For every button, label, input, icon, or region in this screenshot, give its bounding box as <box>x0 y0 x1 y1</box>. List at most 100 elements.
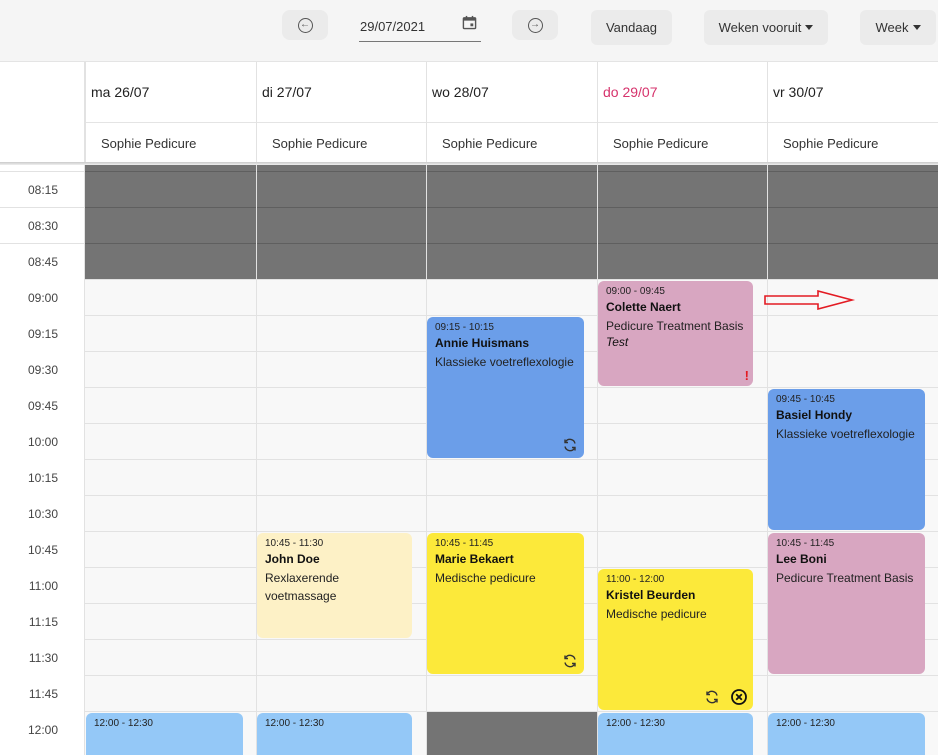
appointment-time: 10:45 - 11:45 <box>435 538 494 549</box>
divider <box>0 171 85 172</box>
appointment-client: John Doe <box>265 552 320 566</box>
divider <box>0 711 938 712</box>
day-header-mon[interactable]: ma 26/07 Sophie Pedicure <box>85 62 256 163</box>
warning-icon: ! <box>744 368 749 383</box>
appointment[interactable]: 11:00 - 12:00 Kristel Beurden Medische p… <box>598 569 753 710</box>
appointment-note: Test <box>606 335 629 349</box>
weeks-ahead-dropdown[interactable]: Weken vooruit <box>704 10 828 45</box>
time-label: 10:15 <box>27 471 58 485</box>
appointment[interactable]: 10:45 - 11:45 Lee Boni Pedicure Treatmen… <box>768 533 925 674</box>
day-label: di 27/07 <box>262 84 312 100</box>
time-label: 11:00 <box>28 579 58 593</box>
closed-time-block <box>85 165 938 279</box>
cancel-circle-icon[interactable] <box>731 689 747 705</box>
appointment-client: Annie Huismans <box>435 336 530 350</box>
time-label: 11:15 <box>28 615 58 629</box>
view-label: Week <box>875 20 909 35</box>
arrow-right-circle-icon: → <box>527 17 543 33</box>
day-label: wo 28/07 <box>432 84 489 100</box>
divider <box>0 315 938 316</box>
weeks-ahead-label: Weken vooruit <box>718 20 802 35</box>
closed-time-block <box>427 711 597 755</box>
day-header-fri[interactable]: vr 30/07 Sophie Pedicure <box>767 62 938 163</box>
date-input[interactable]: 29/07/2021 <box>359 12 481 42</box>
appointment-service: Klassieke voetreflexologie <box>435 355 574 369</box>
time-label: 09:00 <box>27 291 58 305</box>
appointment-time: 10:45 - 11:45 <box>776 538 835 549</box>
date-value: 29/07/2021 <box>360 19 426 34</box>
divider <box>0 531 938 532</box>
appointment-time: 12:00 - 12:30 <box>776 718 835 729</box>
day-header-wed[interactable]: wo 28/07 Sophie Pedicure <box>426 62 597 163</box>
appointment-client: Basiel Hondy <box>776 408 853 422</box>
annotation-arrow-icon <box>764 290 856 310</box>
appointment-service: Medische pedicure <box>606 607 707 621</box>
time-label: 10:45 <box>27 543 58 557</box>
resource-label: Sophie Pedicure <box>598 122 767 163</box>
appointment[interactable]: 10:45 - 11:45 Marie Bekaert Medische ped… <box>427 533 584 674</box>
appointment-time: 09:45 - 10:45 <box>776 394 835 405</box>
time-label: 08:45 <box>27 255 58 269</box>
appointment-service: Pedicure Treatment Basis <box>776 571 914 585</box>
appointment-service: Klassieke voetreflexologie <box>776 427 915 441</box>
appointment-time: 12:00 - 12:30 <box>94 718 153 729</box>
appointment[interactable]: 09:15 - 10:15 Annie Huismans Klassieke v… <box>427 317 584 458</box>
appointment-time: 12:00 - 12:30 <box>265 718 324 729</box>
view-dropdown[interactable]: Week <box>860 10 936 45</box>
appointment-service: Rexlaxerende voetmassage <box>265 571 340 603</box>
time-label: 10:30 <box>27 507 58 521</box>
time-label: 09:30 <box>27 363 58 377</box>
appointment-client: Marie Bekaert <box>435 552 514 566</box>
today-button-label: Vandaag <box>605 20 658 35</box>
time-label: 11:30 <box>28 651 58 665</box>
calendar-toolbar: ← 29/07/2021 → Vandaag Weken vooruit Wee… <box>0 0 938 62</box>
time-label: 09:15 <box>27 327 58 341</box>
time-label: 10:00 <box>27 435 58 449</box>
time-label: 09:45 <box>27 399 58 413</box>
next-button[interactable]: → <box>512 10 558 40</box>
appointment[interactable]: 10:45 - 11:30 John Doe Rexlaxerende voet… <box>257 533 412 638</box>
appointment-client: Lee Boni <box>776 552 827 566</box>
divider <box>0 207 85 208</box>
calendar-icon[interactable] <box>462 15 477 30</box>
resource-label: Sophie Pedicure <box>86 122 256 163</box>
time-label: 08:15 <box>27 183 58 197</box>
divider <box>85 243 938 244</box>
appointment[interactable]: 12:00 - 12:30 <box>86 713 243 755</box>
appointment-time: 09:15 - 10:15 <box>435 322 494 333</box>
appointment-client: Kristel Beurden <box>606 588 696 602</box>
divider <box>0 675 938 676</box>
appointment[interactable]: 12:00 - 12:30 <box>257 713 412 755</box>
time-label: 11:45 <box>28 687 58 701</box>
repeat-icon[interactable] <box>704 689 720 705</box>
appointment[interactable]: 12:00 - 12:30 <box>768 713 925 755</box>
day-header-tue[interactable]: di 27/07 Sophie Pedicure <box>256 62 426 163</box>
divider <box>85 207 938 208</box>
divider <box>85 171 938 172</box>
day-label-today: do 29/07 <box>603 84 658 100</box>
resource-label: Sophie Pedicure <box>427 122 597 163</box>
arrow-left-circle-icon: ← <box>297 17 313 33</box>
resource-label: Sophie Pedicure <box>768 122 938 163</box>
repeat-icon[interactable] <box>562 437 578 453</box>
repeat-icon[interactable] <box>562 653 578 669</box>
appointment-client: Colette Naert <box>606 300 681 314</box>
previous-button[interactable]: ← <box>282 10 328 40</box>
appointment[interactable]: 12:00 - 12:30 <box>598 713 753 755</box>
appointment[interactable]: 09:00 - 09:45 Colette Naert Pedicure Tre… <box>598 281 753 386</box>
appointment-service: Medische pedicure <box>435 571 536 585</box>
header-divider <box>0 162 938 165</box>
today-button[interactable]: Vandaag <box>591 10 672 45</box>
time-label: 12:00 <box>27 723 58 737</box>
appointment-time: 09:00 - 09:45 <box>606 286 665 297</box>
appointment[interactable]: 09:45 - 10:45 Basiel Hondy Klassieke voe… <box>768 389 925 530</box>
appointment-time: 11:00 - 12:00 <box>606 574 665 585</box>
resource-label: Sophie Pedicure <box>257 122 426 163</box>
day-label: ma 26/07 <box>91 84 150 100</box>
appointment-service: Pedicure Treatment Basis <box>606 319 744 333</box>
day-header-thu[interactable]: do 29/07 Sophie Pedicure <box>597 62 767 163</box>
divider <box>0 243 85 244</box>
divider <box>256 163 257 755</box>
appointment-time: 12:00 - 12:30 <box>606 718 665 729</box>
chevron-down-icon <box>912 25 921 30</box>
